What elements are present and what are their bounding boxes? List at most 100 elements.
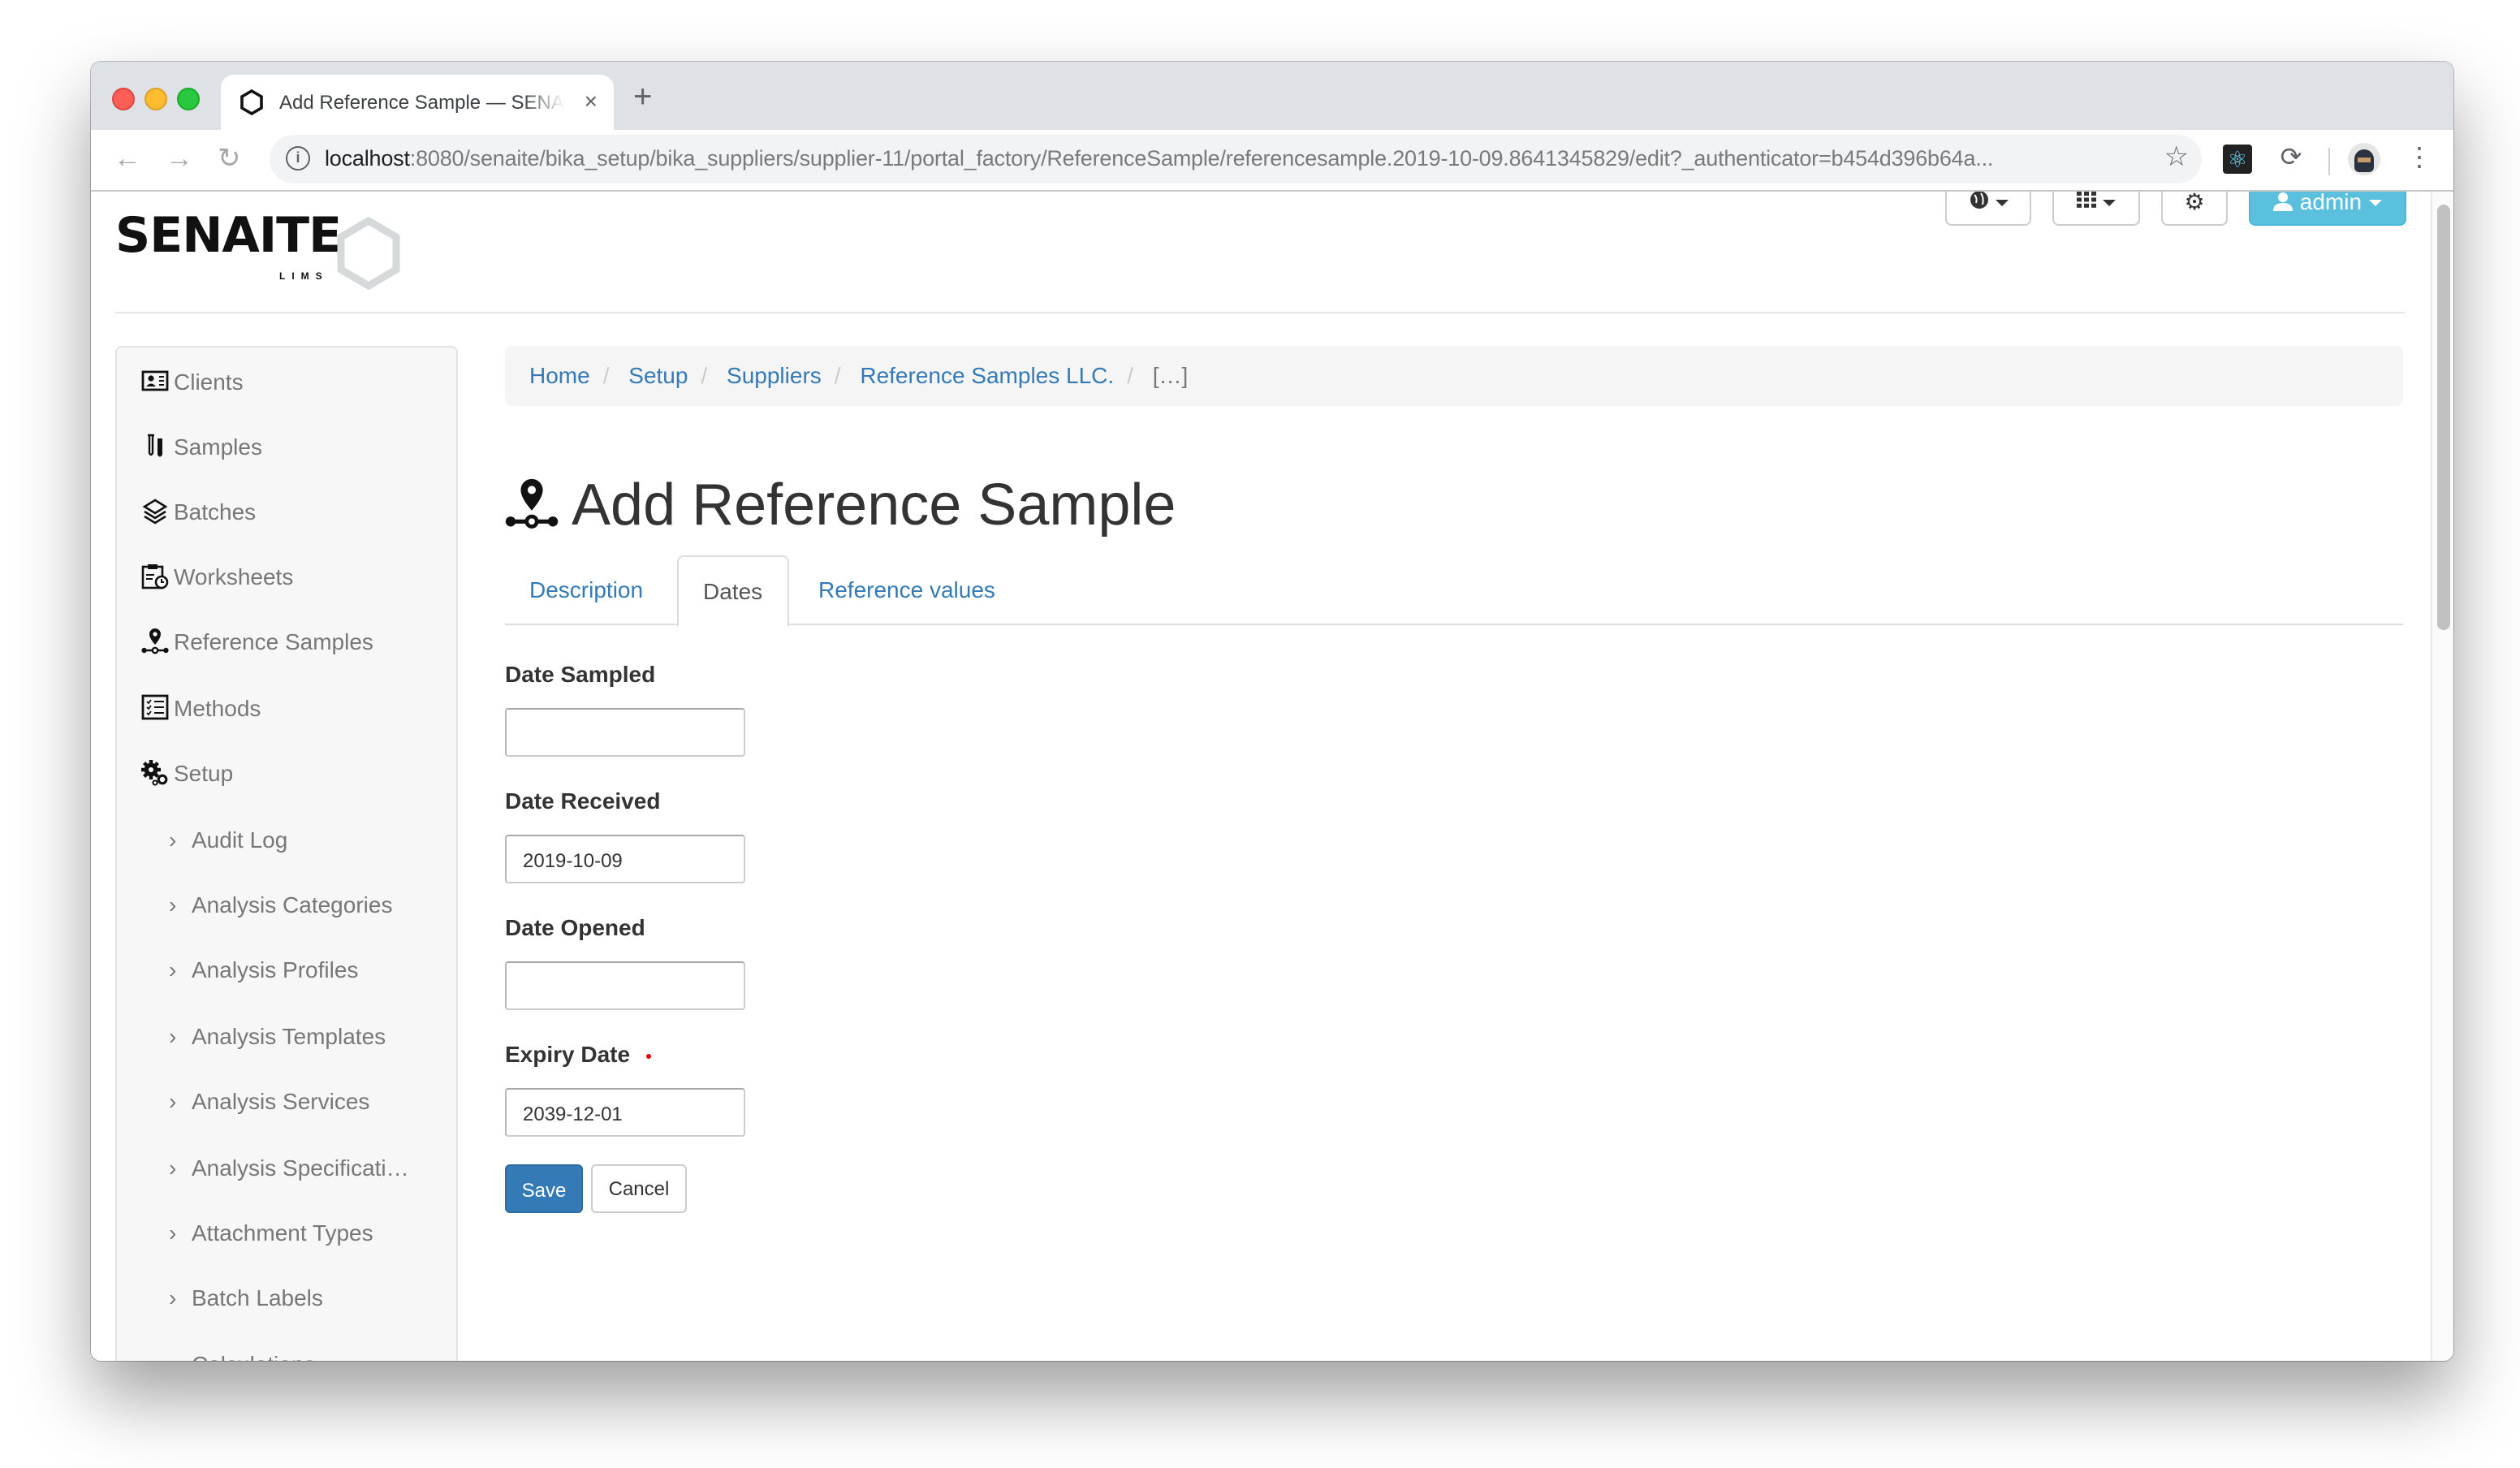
grid-icon <box>2077 192 2096 208</box>
gear-icon: ⚙ <box>2184 192 2205 214</box>
sidebar-sub-calculations[interactable]: ›Calculations <box>169 1348 316 1361</box>
date-sampled-label: Date Sampled <box>505 661 656 687</box>
tab-strip: Add Reference Sample — SENAITE × + <box>91 62 2453 130</box>
breadcrumb-separator: / <box>834 362 841 388</box>
date-sampled-input[interactable] <box>505 708 745 757</box>
caret-down-icon <box>1995 199 2008 206</box>
chevron-right-icon: › <box>169 1220 177 1246</box>
breadcrumb-suppliers[interactable]: Suppliers <box>727 362 822 388</box>
user-icon <box>2273 192 2293 211</box>
sidebar-sub-analysis-templates[interactable]: › Analysis Templates <box>169 1020 386 1052</box>
date-opened-label: Date Opened <box>505 914 645 940</box>
apps-menu-button[interactable] <box>2052 192 2140 226</box>
reference-sample-icon <box>505 478 559 529</box>
breadcrumb-current: […] <box>1152 362 1189 388</box>
sidebar-sub-analysis-specifications[interactable]: › Analysis Specificati… <box>169 1151 409 1184</box>
browser-tab[interactable]: Add Reference Sample — SENAITE × <box>221 75 614 130</box>
date-received-label: Date Received <box>505 788 661 814</box>
sidebar-item-reference-samples[interactable]: Reference Samples <box>141 625 373 658</box>
maximize-window-button[interactable] <box>177 88 200 110</box>
breadcrumb-separator: / <box>1127 362 1133 388</box>
date-received-input[interactable]: 2019-10-09 <box>505 835 745 883</box>
chevron-right-icon: › <box>169 1348 192 1361</box>
kebab-menu-icon[interactable]: ⋮ <box>2406 145 2432 174</box>
breadcrumb-separator: / <box>602 362 610 388</box>
hexagon-icon <box>240 89 263 115</box>
sidebar-sub-analysis-services[interactable]: › Analysis Services <box>169 1085 369 1117</box>
globe-icon <box>1970 192 1987 209</box>
page-viewport: SENAITE LIMS ⚙ admin Clients Samples Bat… <box>91 192 2431 1361</box>
address-bar[interactable]: i localhost:8080/senaite/bika_setup/bika… <box>270 135 2202 184</box>
header-divider <box>115 312 2405 313</box>
required-marker <box>646 1053 652 1059</box>
breadcrumb-setup[interactable]: Setup <box>628 362 688 388</box>
browser-toolbar: ← → ↻ i localhost:8080/senaite/bika_setu… <box>91 130 2453 192</box>
expiry-date-label: Expiry Date <box>505 1041 652 1067</box>
info-icon[interactable]: i <box>286 146 310 171</box>
sync-extension-icon[interactable]: ⟳ <box>2276 145 2306 174</box>
breadcrumb-home[interactable]: Home <box>529 362 590 388</box>
clipboard-clock-icon <box>141 564 169 589</box>
sidebar-sub-attachment-types[interactable]: › Attachment Types <box>169 1216 373 1249</box>
tab-dates[interactable]: Dates <box>677 555 789 627</box>
chevron-right-icon: › <box>169 1023 177 1049</box>
sidebar-item-batches[interactable]: Batches <box>141 495 256 528</box>
react-devtools-icon[interactable]: ⚛ <box>2223 145 2252 174</box>
chevron-right-icon: › <box>169 1284 177 1310</box>
minimize-window-button[interactable] <box>145 88 167 110</box>
sidebar-item-methods[interactable]: Methods <box>141 692 261 724</box>
sidebar-item-setup[interactable]: Setup <box>141 757 233 789</box>
checklist-icon <box>141 694 169 720</box>
cancel-button[interactable]: Cancel <box>591 1164 687 1213</box>
language-menu-button[interactable] <box>1945 192 2031 226</box>
toolbar-divider <box>2328 148 2330 175</box>
sidebar-item-worksheets[interactable]: Worksheets <box>141 560 293 593</box>
test-tubes-icon <box>148 434 164 457</box>
star-icon[interactable]: ☆ <box>2164 141 2190 174</box>
sidebar-sub-batch-labels[interactable]: › Batch Labels <box>169 1281 323 1314</box>
back-icon[interactable]: ← <box>114 143 141 175</box>
site-setup-button[interactable]: ⚙ <box>2161 192 2228 226</box>
chevron-right-icon: › <box>169 1088 177 1114</box>
scrollbar-thumb[interactable] <box>2437 205 2450 630</box>
tab-reference-values[interactable]: Reference values <box>794 555 1020 622</box>
client-card-icon <box>141 370 169 391</box>
breadcrumb: Home / Setup / Suppliers / Reference Sample… <box>505 346 2403 406</box>
form-tabs: Description Dates Reference values <box>505 555 2403 627</box>
close-window-button[interactable] <box>112 88 135 110</box>
profile-avatar[interactable] <box>2348 143 2380 175</box>
expiry-date-input[interactable]: 2039-12-01 <box>505 1088 745 1137</box>
tab-title: Add Reference Sample — SENAITE <box>279 91 565 114</box>
sidebar-sub-analysis-categories[interactable]: › Analysis Categories <box>169 888 392 921</box>
reload-icon[interactable]: ↻ <box>218 143 241 175</box>
caret-down-icon <box>2368 200 2382 207</box>
sidebar-item-samples[interactable]: Samples <box>141 430 262 463</box>
user-name: admin <box>2299 192 2362 214</box>
vertical-scrollbar[interactable] <box>2431 192 2453 1361</box>
breadcrumb-supplier[interactable]: Reference Samples LLC. <box>860 362 1114 388</box>
sidebar-sub-audit-log[interactable]: › Audit Log <box>169 823 287 856</box>
sidebar-item-clients[interactable]: Clients <box>141 365 244 398</box>
browser-window: Add Reference Sample — SENAITE × + ← → ↻… <box>91 62 2453 1361</box>
user-menu-button[interactable]: admin <box>2249 192 2406 226</box>
save-button[interactable]: Save <box>505 1164 583 1213</box>
caret-down-icon <box>2103 199 2116 206</box>
url-text: localhost:8080/senaite/bika_setup/bika_s… <box>325 146 1994 171</box>
senaite-logo[interactable]: SENAITE LIMS <box>115 205 400 291</box>
close-tab-icon[interactable]: × <box>585 88 598 114</box>
logo-hexagon-icon <box>337 216 400 291</box>
layers-icon <box>142 499 168 525</box>
breadcrumb-separator: / <box>701 362 708 388</box>
sidebar-sub-analysis-profiles[interactable]: › Analysis Profiles <box>169 953 358 986</box>
sidebar-nav: Clients Samples Batches Worksheets Refer… <box>115 346 458 1361</box>
tab-description[interactable]: Description <box>505 555 667 622</box>
new-tab-button[interactable]: + <box>633 81 652 114</box>
chevron-right-icon: › <box>169 892 177 918</box>
date-opened-input[interactable] <box>505 961 745 1010</box>
chevron-right-icon: › <box>169 1155 177 1181</box>
chevron-right-icon: › <box>169 956 177 982</box>
chevron-right-icon: › <box>169 827 177 853</box>
page-title: Add Reference Sample <box>505 472 1176 538</box>
forward-icon[interactable]: → <box>166 143 193 175</box>
reference-sample-icon <box>141 628 169 654</box>
